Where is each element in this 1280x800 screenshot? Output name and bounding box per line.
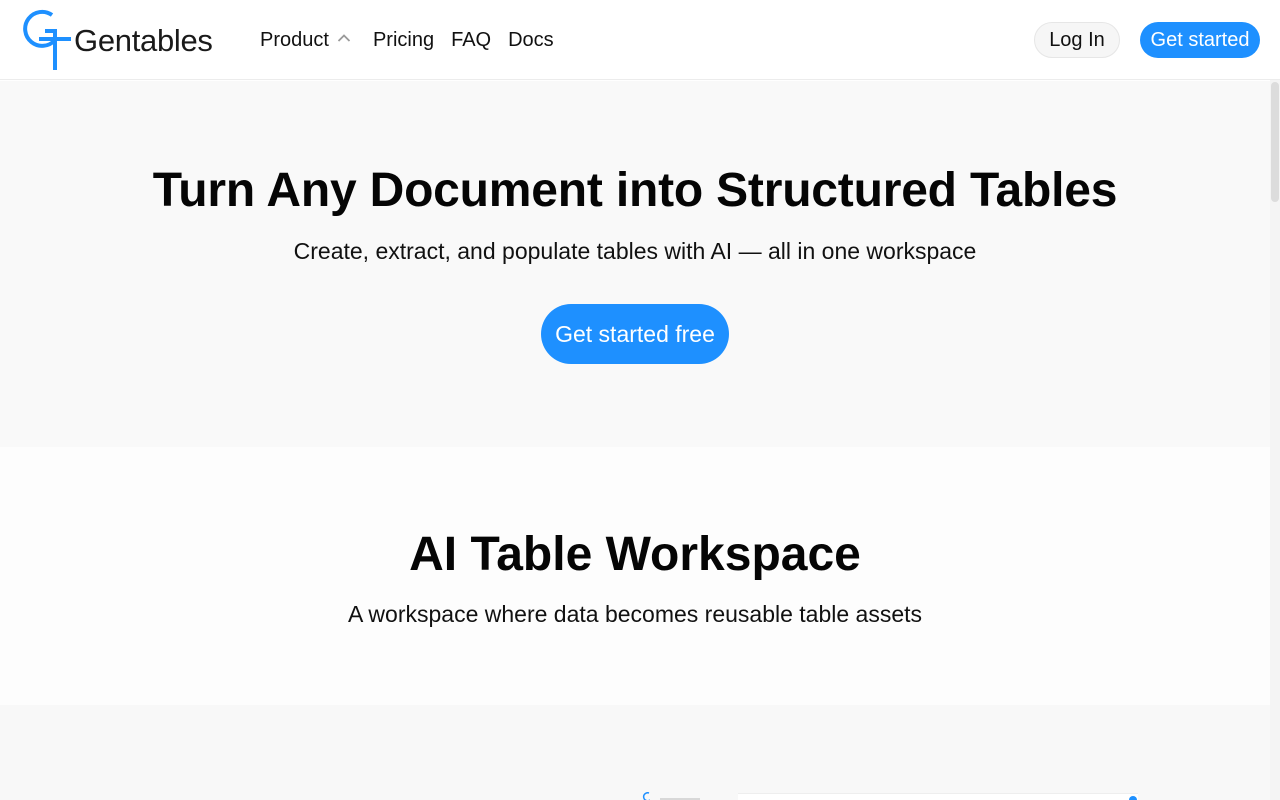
workspace-section: AI Table Workspace A workspace where dat… — [0, 447, 1270, 705]
hero-section: Turn Any Document into Structured Tables… — [0, 81, 1270, 447]
gentables-logo-icon — [23, 9, 71, 70]
workspace-title: AI Table Workspace — [409, 528, 861, 581]
get-started-free-button[interactable]: Get started free — [541, 304, 729, 364]
page-scrollbar[interactable] — [1270, 80, 1280, 800]
site-header: Gentables Product Pricing FAQ Docs Log I… — [0, 0, 1280, 80]
get-started-button[interactable]: Get started — [1140, 22, 1260, 58]
scrollbar-thumb[interactable] — [1271, 82, 1279, 202]
brand-name: Gentables — [74, 23, 213, 58]
hero-title: Turn Any Document into Structured Tables — [152, 164, 1118, 217]
nav-docs[interactable]: Docs — [508, 29, 554, 52]
nav-pricing[interactable]: Pricing — [373, 29, 434, 52]
login-button[interactable]: Log In — [1034, 22, 1120, 58]
nav-faq[interactable]: FAQ — [451, 29, 491, 52]
workspace-subtitle: A workspace where data becomes reusable … — [347, 601, 923, 627]
hero-subtitle: Create, extract, and populate tables wit… — [293, 238, 977, 264]
nav-product[interactable]: Product — [260, 29, 351, 52]
chevron-up-icon — [337, 34, 351, 42]
app-preview-section — [0, 705, 1270, 800]
preview-avatar — [1129, 796, 1137, 800]
preview-logo-icon — [642, 792, 650, 800]
brand-logo-link[interactable]: Gentables — [19, 9, 213, 71]
nav-product-label: Product — [260, 28, 329, 51]
main-nav: Product Pricing FAQ Docs — [260, 0, 554, 80]
preview-window — [738, 793, 1138, 800]
